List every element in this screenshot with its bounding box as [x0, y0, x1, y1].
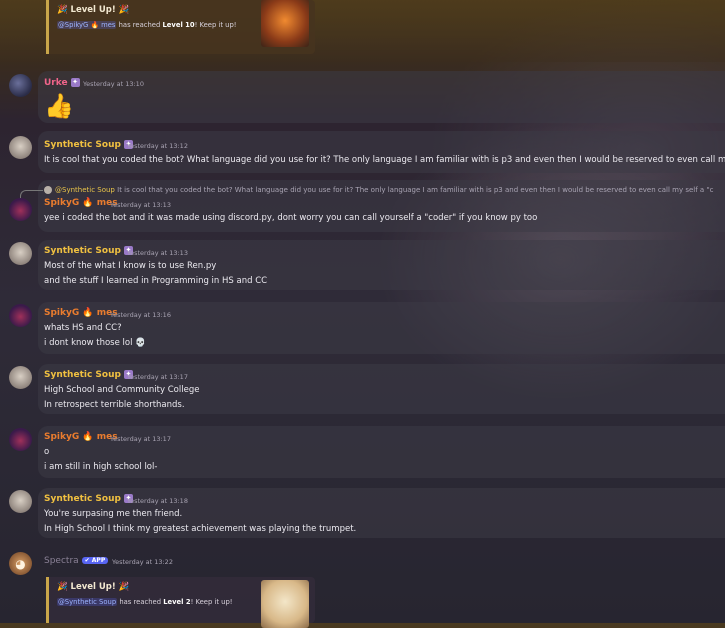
avatar[interactable] — [9, 490, 32, 513]
avatar[interactable] — [9, 428, 32, 451]
timestamp: Yesterday at 13:13 — [127, 249, 188, 257]
reply-text: It is cool that you coded the bot? What … — [117, 186, 714, 194]
timestamp: Yesterday at 13:12 — [127, 142, 188, 150]
embed-thumbnail-image — [261, 0, 309, 47]
message-text: whats HS and CC? — [44, 323, 122, 333]
moderator-badge-icon: ✦ — [70, 78, 80, 87]
timestamp: Yesterday at 13:22 — [112, 558, 173, 566]
timestamp: Yesterday at 13:13 — [110, 201, 171, 209]
embed-thumbnail-image — [261, 580, 309, 628]
message-text: o — [44, 447, 50, 457]
embed-text: has reached — [116, 21, 163, 29]
message-text: In retrospect terrible shorthands. — [44, 400, 185, 410]
thumbs-up-emoji: 👍 — [44, 92, 74, 120]
message-text: High School and Community College — [44, 385, 200, 395]
message-text: Most of the what I know is to use Ren.py — [44, 261, 217, 271]
reply-preview[interactable]: @Synthetic Soup It is cool that you code… — [44, 186, 714, 194]
bot-avatar[interactable]: ◕ — [9, 552, 32, 575]
embed-text-end: ! Keep it up! — [190, 598, 233, 606]
timestamp: Yesterday at 13:16 — [110, 311, 171, 319]
author-name[interactable]: Synthetic Soup ✦ — [44, 494, 133, 504]
avatar[interactable] — [9, 198, 32, 221]
author-name[interactable]: SpikyG 🔥 mes — [44, 308, 118, 318]
embed-text: has reached — [117, 598, 164, 606]
user-mention[interactable]: @Synthetic Soup — [57, 598, 118, 606]
author-name[interactable]: Synthetic Soup ✦ — [44, 370, 133, 380]
embed-title: 🎉 Level Up! 🎉 — [57, 582, 130, 592]
avatar[interactable] — [9, 366, 32, 389]
message-text: i am still in high school lol- — [44, 462, 158, 472]
author-name[interactable]: Spectra ✔ APP — [44, 556, 109, 566]
embed-description: @Synthetic Soup has reached Level 2! Kee… — [57, 598, 233, 606]
timestamp: Yesterday at 13:17 — [127, 373, 188, 381]
timestamp: Yesterday at 13:17 — [110, 435, 171, 443]
message-text: yee i coded the bot and it was made usin… — [44, 213, 538, 223]
embed-description: @SpikyG 🔥 mes has reached Level 10! Keep… — [57, 21, 237, 29]
app-badge: ✔ APP — [81, 557, 109, 564]
message-text: i dont know those lol 💀 — [44, 338, 146, 348]
avatar[interactable] — [9, 304, 32, 327]
message-row — [38, 131, 725, 173]
author-name[interactable]: Synthetic Soup ✦ — [44, 140, 133, 150]
author-name[interactable]: Synthetic Soup ✦ — [44, 246, 133, 256]
embed-title: 🎉 Level Up! 🎉 — [57, 5, 130, 15]
message-text: In High School I think my greatest achie… — [44, 524, 357, 534]
avatar[interactable] — [9, 74, 32, 97]
reply-avatar-icon — [44, 186, 52, 194]
embed-text-end: ! Keep it up! — [194, 21, 237, 29]
user-mention[interactable]: @SpikyG 🔥 mes — [57, 21, 117, 29]
message-text: You're surpasing me then friend. — [44, 509, 183, 519]
timestamp: Yesterday at 13:10 — [83, 80, 144, 88]
avatar[interactable] — [9, 136, 32, 159]
author-name[interactable]: Urke ✦ — [44, 78, 80, 88]
message-text: It is cool that you coded the bot? What … — [44, 155, 725, 165]
avatar[interactable] — [9, 242, 32, 265]
embed-level: Level 10 — [162, 21, 195, 29]
levelup-embed-top: 🎉 Level Up! 🎉 @SpikyG 🔥 mes has reached … — [46, 0, 315, 54]
author-name[interactable]: SpikyG 🔥 mes — [44, 198, 118, 208]
timestamp: Yesterday at 13:18 — [127, 497, 188, 505]
levelup-embed: 🎉 Level Up! 🎉 @Synthetic Soup has reache… — [46, 577, 315, 628]
message-text: and the stuff I learned in Programming i… — [44, 276, 268, 286]
message-row — [38, 71, 725, 123]
embed-level: Level 2 — [163, 598, 191, 606]
author-name[interactable]: SpikyG 🔥 mes — [44, 432, 118, 442]
reply-author: @Synthetic Soup — [55, 186, 115, 194]
